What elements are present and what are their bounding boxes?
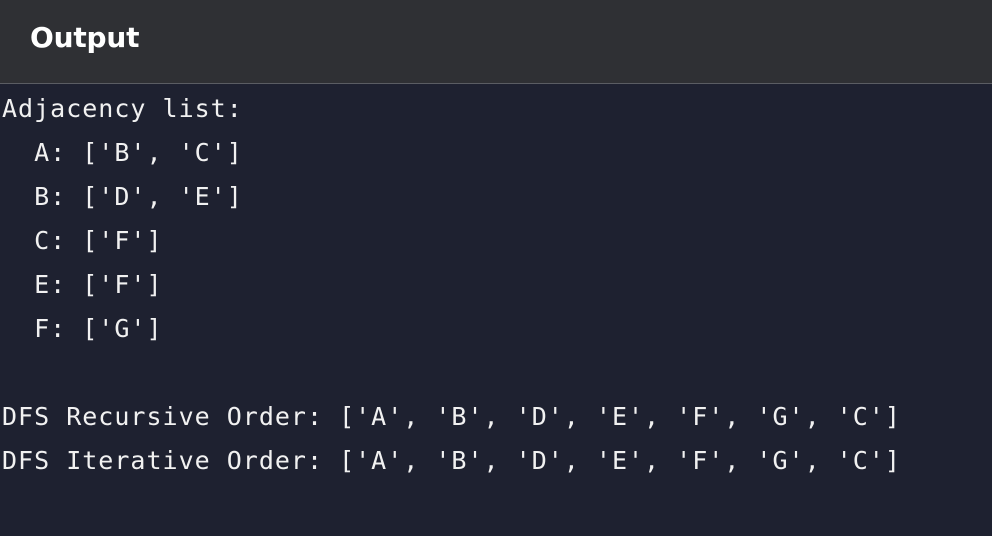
output-panel: Output Adjacency list: A: ['B', 'C'] B: … xyxy=(0,0,992,536)
console-output[interactable]: Adjacency list: A: ['B', 'C'] B: ['D', '… xyxy=(2,87,992,536)
console-line: DFS Iterative Order: ['A', 'B', 'D', 'E'… xyxy=(2,446,901,475)
console-line: A: ['B', 'C'] xyxy=(2,138,243,167)
console-line: DFS Recursive Order: ['A', 'B', 'D', 'E'… xyxy=(2,402,901,431)
output-title: Output xyxy=(30,21,140,54)
console-line: E: ['F'] xyxy=(2,270,163,299)
output-header: Output xyxy=(0,0,992,84)
console-line: Adjacency list: xyxy=(2,94,243,123)
console-line: C: ['F'] xyxy=(2,226,163,255)
console-line: F: ['G'] xyxy=(2,314,163,343)
console-line: B: ['D', 'E'] xyxy=(2,182,243,211)
